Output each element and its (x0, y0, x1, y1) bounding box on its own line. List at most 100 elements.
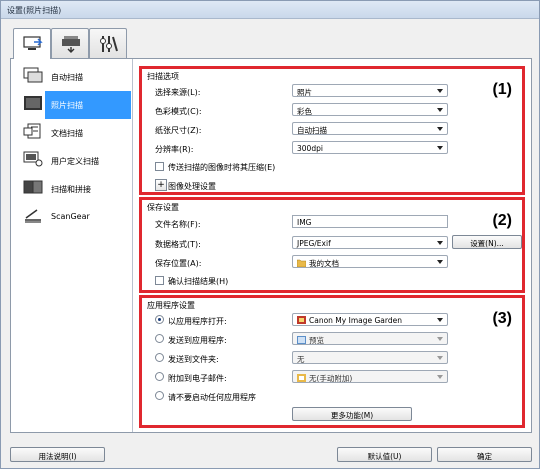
window-title: 设置(照片扫描) (7, 6, 62, 15)
section-number: (1) (492, 81, 512, 98)
preview-icon (297, 336, 306, 344)
save-location-value: 我的文档 (309, 259, 339, 268)
compress-label: 传送扫描的图像时将其压缩(E) (168, 163, 276, 172)
open-app-select[interactable]: Canon My Image Garden (292, 313, 448, 326)
source-select[interactable]: 照片 (292, 84, 448, 97)
section-title: 应用程序设置 (147, 301, 195, 310)
title-bar: 设置(照片扫描) (1, 1, 539, 19)
photo-scan-icon (24, 96, 42, 110)
send-app-radio[interactable] (155, 334, 164, 343)
resolution-value: 300dpi (297, 144, 323, 153)
chevron-down-icon (437, 318, 443, 322)
color-mode-label: 色彩模式(C): (155, 107, 202, 116)
source-value: 照片 (297, 88, 312, 97)
send-folder-select[interactable]: 无 (292, 351, 448, 364)
open-app-radio[interactable] (155, 315, 164, 324)
resolution-select[interactable]: 300dpi (292, 141, 448, 154)
compress-checkbox[interactable] (155, 162, 164, 171)
sidebar-item-custom-scan[interactable]: 用户定义扫描 (11, 145, 132, 175)
more-functions-button[interactable]: 更多功能(M) (292, 407, 412, 421)
send-app-value: 预览 (309, 336, 324, 345)
save-location-label: 保存位置(A): (155, 259, 202, 268)
sidebar: 自动扫描 照片扫描 文档扫描 用户定义扫描 扫描和拼接 ScanGear (11, 59, 133, 432)
save-settings-section: 保存设置 (2) 文件名称(F): IMG 数据格式(T): JPEG/Exif… (139, 197, 525, 293)
email-label: 附加到电子邮件: (168, 374, 227, 383)
tab-general-settings[interactable] (89, 28, 127, 58)
sidebar-item-label: 用户定义扫描 (51, 157, 99, 166)
image-processing-expand-button[interactable]: + (155, 179, 167, 191)
mail-attach-icon (297, 374, 306, 382)
chevron-down-icon (437, 241, 443, 245)
filename-value: IMG (297, 218, 312, 227)
chevron-down-icon (437, 146, 443, 150)
chevron-down-icon (437, 260, 443, 264)
email-radio[interactable] (155, 372, 164, 381)
sidebar-item-label: 自动扫描 (51, 73, 83, 82)
data-format-value: JPEG/Exif (297, 239, 331, 248)
scan-stitch-icon (23, 180, 43, 194)
send-folder-label: 发送到文件夹: (168, 355, 219, 364)
sidebar-item-document-scan[interactable]: 文档扫描 (11, 117, 132, 147)
sidebar-item-auto-scan[interactable]: 自动扫描 (11, 61, 132, 91)
confirm-results-label: 确认扫描结果(H) (168, 277, 229, 286)
image-garden-icon (297, 316, 306, 324)
source-label: 选择来源(L): (155, 88, 201, 97)
scan-from-operation-panel-icon (62, 36, 80, 53)
color-mode-value: 彩色 (297, 107, 312, 116)
no-app-label: 请不要启动任何应用程序 (168, 393, 256, 402)
chevron-down-icon (437, 89, 443, 93)
filename-input[interactable]: IMG (292, 215, 448, 228)
section-number: (3) (492, 310, 512, 327)
paper-size-select[interactable]: 自动扫描 (292, 122, 448, 135)
paper-size-label: 纸张尺寸(Z): (155, 126, 202, 135)
send-app-select[interactable]: 预览 (292, 332, 448, 345)
scan-from-computer-icon (23, 36, 43, 50)
chevron-down-icon (437, 337, 443, 341)
send-folder-value: 无 (297, 355, 305, 364)
ok-button[interactable]: 确定 (437, 447, 532, 462)
document-scan-icon (23, 123, 41, 139)
paper-size-value: 自动扫描 (297, 126, 327, 135)
data-format-label: 数据格式(T): (155, 240, 201, 249)
format-settings-button[interactable]: 设置(N)... (452, 235, 522, 249)
sidebar-item-scangear[interactable]: ScanGear (11, 201, 132, 231)
sidebar-item-scan-stitch[interactable]: 扫描和拼接 (11, 173, 132, 203)
open-app-value: Canon My Image Garden (309, 316, 402, 325)
main-panel: 自动扫描 照片扫描 文档扫描 用户定义扫描 扫描和拼接 ScanGear 扫描选… (10, 58, 532, 433)
filename-label: 文件名称(F): (155, 220, 201, 229)
chevron-down-icon (437, 356, 443, 360)
scan-options-section: 扫描选项 (1) 选择来源(L): 照片 色彩模式(C): 彩色 纸张尺寸(Z)… (139, 66, 525, 195)
save-location-select[interactable]: 我的文档 (292, 255, 448, 268)
color-mode-select[interactable]: 彩色 (292, 103, 448, 116)
chevron-down-icon (437, 127, 443, 131)
sidebar-item-label: 扫描和拼接 (51, 185, 91, 194)
confirm-results-checkbox[interactable] (155, 276, 164, 285)
scangear-icon (25, 209, 41, 223)
section-title: 扫描选项 (147, 72, 179, 81)
general-settings-icon (100, 36, 118, 52)
email-select[interactable]: 无(手动附加) (292, 370, 448, 383)
chevron-down-icon (437, 108, 443, 112)
sidebar-item-label: 文档扫描 (51, 129, 83, 138)
custom-scan-icon (23, 151, 43, 167)
app-settings-section: 应用程序设置 (3) 以应用程序打开: Canon My Image Garde… (139, 295, 525, 428)
send-folder-radio[interactable] (155, 353, 164, 362)
sidebar-item-label: 照片扫描 (45, 91, 131, 119)
tab-scan-from-computer[interactable] (13, 28, 51, 59)
help-button[interactable]: 用法说明(I) (10, 447, 105, 462)
image-processing-label: 图像处理设置 (168, 182, 216, 191)
section-title: 保存设置 (147, 203, 179, 212)
section-number: (2) (492, 212, 512, 229)
settings-content: 扫描选项 (1) 选择来源(L): 照片 色彩模式(C): 彩色 纸张尺寸(Z)… (134, 59, 531, 432)
sidebar-item-photo-scan[interactable]: 照片扫描 (11, 89, 132, 119)
settings-window: 设置(照片扫描) 自动扫描 照片扫描 文档扫描 用户定义扫描 扫描和拼接 Sca… (0, 0, 540, 469)
resolution-label: 分辨率(R): (155, 145, 194, 154)
sidebar-item-label: ScanGear (51, 212, 90, 221)
data-format-select[interactable]: JPEG/Exif (292, 236, 448, 249)
defaults-button[interactable]: 默认值(U) (337, 447, 432, 462)
email-value: 无(手动附加) (309, 374, 353, 383)
no-app-radio[interactable] (155, 391, 164, 400)
tab-scan-from-panel[interactable] (51, 28, 89, 58)
auto-scan-icon (23, 67, 43, 83)
send-app-label: 发送到应用程序: (168, 336, 227, 345)
